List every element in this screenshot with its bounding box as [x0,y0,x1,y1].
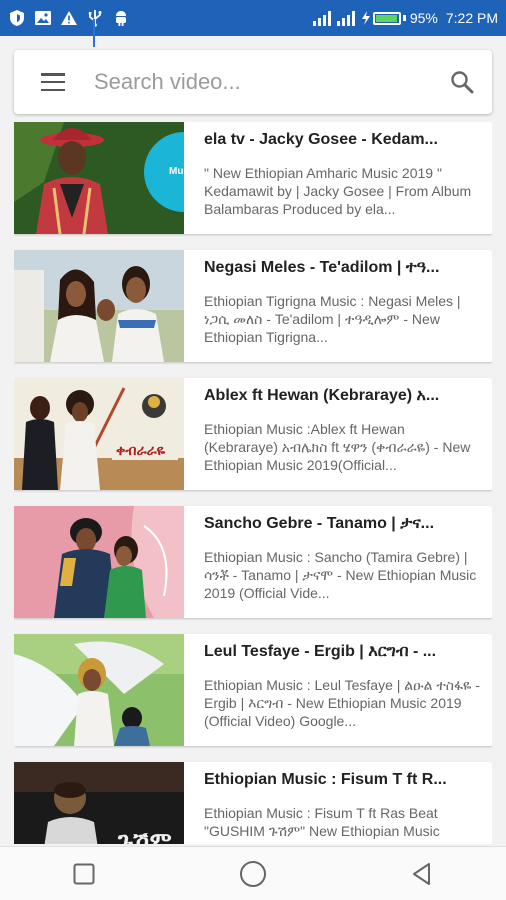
usb-icon [86,9,104,27]
thumbnail-title-text: ቀብራራዬ [116,442,166,458]
video-item[interactable]: ጉሽም Ethiopian Music : Fisum T ft R... Et… [14,762,492,844]
warning-icon [60,9,78,27]
recents-button[interactable] [64,854,104,894]
circle-icon [239,860,266,887]
charging-bolt-icon [361,11,370,25]
video-title[interactable]: ela tv - Jacky Gosee - Kedam... [204,130,482,150]
video-description: Ethiopian Music :Ablex ft Hewan (Kebrara… [204,421,471,473]
status-bar: 95% 7:22 PM [0,0,506,36]
thumbnail-title-text: ጉሽም [118,828,172,844]
video-title[interactable]: Ablex ft Hewan (Kebraraye) አ... [204,386,482,406]
video-item[interactable]: Mu ela tv - Jacky Gosee - Kedam... " New… [14,122,492,234]
battery-percent: 95% [409,10,438,26]
video-item[interactable]: ቀብራራዬ Ablex ft Hewan (Kebraraye) አ... Et… [14,378,492,490]
video-title[interactable]: Sancho Gebre - Tanamo | ታና... [204,514,482,534]
video-thumbnail[interactable]: ጉሽም [14,762,184,844]
search-bar [14,50,492,114]
video-list: Mu ela tv - Jacky Gosee - Kedam... " New… [14,122,492,844]
video-description: Ethiopian Music : Sancho (Tamira Gebre) … [204,549,477,601]
video-description: Ethiopian Music : Leul Tesfaye | ልዑል ተስፋ… [204,677,481,729]
video-thumbnail[interactable]: Mu [14,122,184,234]
square-icon [73,863,95,884]
video-title[interactable]: Negasi Meles - Te'adilom | ተዓ... [204,258,482,278]
battery-icon [361,11,406,25]
shield-icon [8,9,26,27]
triangle-icon [412,862,430,885]
video-title[interactable]: Leul Tesfaye - Ergib | እርግብ - ... [204,642,482,662]
video-description: Ethiopian Music : Fisum T ft Ras Beat "G… [204,805,440,839]
search-input[interactable] [94,69,432,95]
search-icon[interactable] [432,50,492,114]
navigation-bar [0,846,506,900]
clock: 7:22 PM [445,10,498,26]
notification-icons [8,9,130,27]
home-button[interactable] [233,854,273,894]
video-title[interactable]: Ethiopian Music : Fisum T ft R... [204,770,482,790]
signal-icon-2 [336,10,357,26]
android-debug-icon [112,9,130,27]
text-cursor [93,19,95,47]
video-item[interactable]: Negasi Meles - Te'adilom | ተዓ... Ethiopi… [14,250,492,362]
video-thumbnail[interactable] [14,634,184,746]
video-description: Ethiopian Tigrigna Music : Negasi Meles … [204,293,461,345]
video-description: " New Ethiopian Amharic Music 2019 " Ked… [204,165,472,217]
video-thumbnail[interactable] [14,506,184,618]
video-thumbnail[interactable]: ቀብራራዬ [14,378,184,490]
thumbnail-badge: Mu [169,166,184,177]
signal-icon [312,10,333,26]
battery-fill [375,14,397,22]
menu-icon[interactable] [26,50,80,114]
video-item[interactable]: Leul Tesfaye - Ergib | እርግብ - ... Ethiop… [14,634,492,746]
video-thumbnail[interactable] [14,250,184,362]
image-icon [34,9,52,27]
video-item[interactable]: Sancho Gebre - Tanamo | ታና... Ethiopian … [14,506,492,618]
back-button[interactable] [402,854,442,894]
system-status: 95% 7:22 PM [312,10,498,26]
